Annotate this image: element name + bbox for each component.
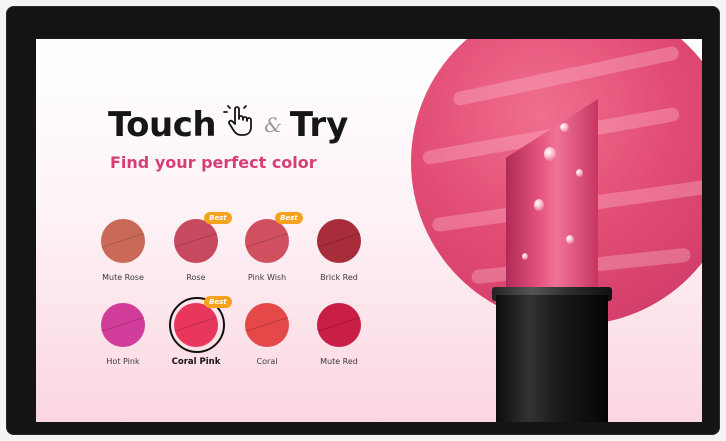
title-ampersand: & bbox=[264, 113, 282, 137]
water-droplet bbox=[566, 235, 574, 244]
title-try: Try bbox=[289, 105, 349, 145]
swatch-coral[interactable]: Coral bbox=[231, 303, 303, 366]
color-circle bbox=[317, 303, 361, 347]
hand-pointer-icon bbox=[223, 105, 253, 136]
swatch-label: Rose bbox=[186, 273, 206, 282]
swatch-coral-pink[interactable]: Best Coral Pink bbox=[160, 296, 232, 367]
water-droplet bbox=[576, 169, 583, 177]
swatch-label: Coral bbox=[256, 357, 278, 366]
best-badge: Best bbox=[275, 212, 303, 224]
swatch-pink-wish[interactable]: Best Pink Wish bbox=[231, 212, 303, 282]
color-circle bbox=[245, 219, 289, 263]
swatch-label: Mute Red bbox=[320, 357, 358, 366]
swatch-label: Hot Pink bbox=[106, 357, 140, 366]
color-circle bbox=[101, 303, 145, 347]
color-circle bbox=[174, 219, 218, 263]
water-droplet bbox=[544, 147, 556, 161]
swatch-rose[interactable]: Best Rose bbox=[160, 212, 232, 282]
swatch-label: Coral Pink bbox=[171, 357, 221, 367]
swatch-label: Mute Rose bbox=[102, 273, 144, 282]
color-circle bbox=[317, 219, 361, 263]
title-touch: Touch bbox=[108, 105, 217, 145]
display-bezel: Touch & Try Find your perfect color Mute… bbox=[6, 6, 720, 435]
swatch-hot-pink[interactable]: Hot Pink bbox=[87, 303, 159, 366]
water-droplet bbox=[534, 199, 544, 211]
color-circle bbox=[101, 219, 145, 263]
kiosk-screen: Touch & Try Find your perfect color Mute… bbox=[36, 39, 702, 422]
swatch-mute-red[interactable]: Mute Red bbox=[303, 303, 375, 366]
page-title: Touch & Try bbox=[108, 99, 348, 151]
lipstick-case bbox=[496, 295, 608, 422]
color-circle bbox=[174, 303, 218, 347]
subtitle: Find your perfect color bbox=[110, 153, 317, 172]
color-circle bbox=[245, 303, 289, 347]
water-droplet bbox=[522, 253, 528, 260]
swatch-brick-red[interactable]: Brick Red bbox=[303, 219, 375, 282]
swatch-label: Brick Red bbox=[320, 273, 358, 282]
texture-smear bbox=[452, 45, 680, 107]
swatch-mute-rose[interactable]: Mute Rose bbox=[87, 219, 159, 282]
best-badge: Best bbox=[204, 212, 232, 224]
water-droplet bbox=[560, 123, 569, 132]
best-badge: Best bbox=[204, 296, 232, 308]
swatch-label: Pink Wish bbox=[247, 273, 287, 282]
